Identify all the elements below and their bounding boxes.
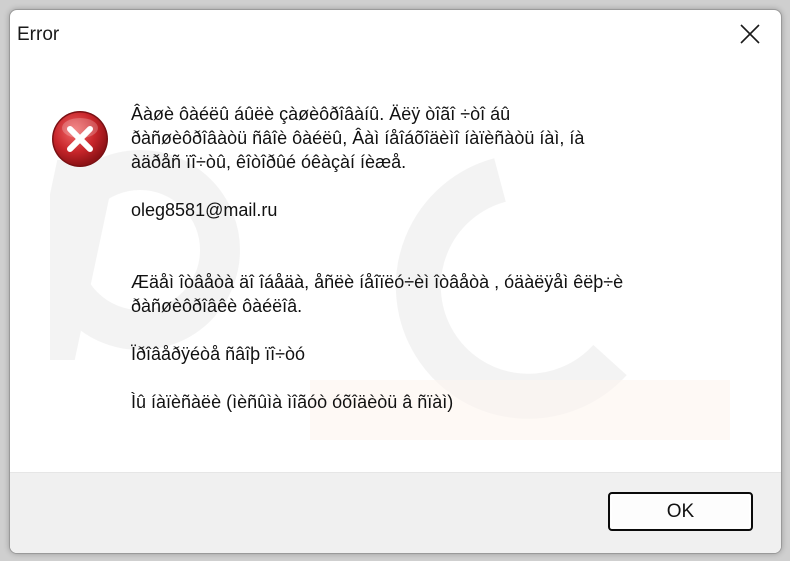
message-spacer [131, 174, 751, 198]
message-line: Æäåì îòâåòà äî îáåäà, åñëè íåîïëó÷èì îòâ… [131, 272, 624, 292]
message-line: ðàñøèôðîâêè ôàéëîâ. [131, 296, 303, 316]
message-line: àäðåñ ïî÷òû, êîòîðûé óêàçàí íèæå. [131, 152, 407, 172]
error-icon [52, 111, 108, 167]
close-icon [740, 24, 760, 44]
dialog-footer: OK [10, 472, 781, 553]
title-bar: Error [10, 10, 781, 60]
message-line: Ìû íàïèñàëè (ìèñûìà ìîãóò óõîäèòü â ñïàì… [131, 392, 454, 412]
message-line: Ïðîâåðÿéòå ñâîþ ïî÷òó [131, 344, 306, 364]
error-dialog: Error Âàøè ôàéëû áûëè çàøèôðîâàíû. Äëÿ ò… [9, 9, 782, 554]
message-line: ðàñøèôðîâàòü ñâîè ôàéëû, Âàì íåîáõîäèìî … [131, 128, 585, 148]
dialog-content: Âàøè ôàéëû áûëè çàøèôðîâàíû. Äëÿ òîãî ÷ò… [10, 60, 781, 472]
focus-ring [611, 495, 750, 528]
message-spacer [131, 246, 751, 270]
dialog-title: Error [17, 24, 60, 45]
message-spacer [131, 366, 751, 390]
error-message: Âàøè ôàéëû áûëè çàøèôðîâàíû. Äëÿ òîãî ÷ò… [131, 102, 751, 414]
contact-email: oleg8581@mail.ru [131, 200, 278, 220]
close-button[interactable] [719, 10, 781, 58]
message-spacer [131, 318, 751, 342]
message-spacer [131, 222, 751, 246]
message-line: Âàøè ôàéëû áûëè çàøèôðîâàíû. Äëÿ òîãî ÷ò… [131, 104, 511, 124]
ok-button[interactable]: OK [608, 492, 753, 531]
